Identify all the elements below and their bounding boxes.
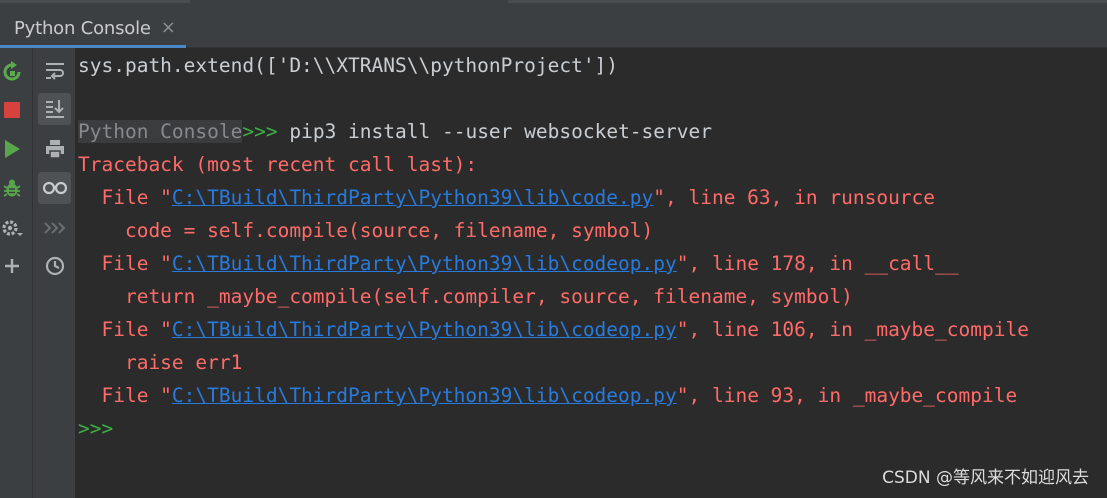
history-icon[interactable] — [38, 250, 71, 282]
watermark: CSDN @等风来不如迎风去 — [882, 468, 1089, 488]
traceback-code-line: return _maybe_compile(self.compiler, sou… — [78, 285, 853, 308]
file-path-link[interactable]: C:\TBuild\ThirdParty\Python39\lib\code.p… — [172, 186, 653, 209]
top-strip-segment — [0, 0, 190, 3]
show-variables-icon[interactable] — [38, 172, 71, 204]
traceback-suffix: ", line 106, in _maybe_compile — [676, 318, 1029, 341]
console-action-toolbar — [0, 48, 33, 498]
traceback-code-line: code = self.compile(source, filename, sy… — [78, 219, 654, 242]
tab-python-console[interactable]: Python Console × — [0, 8, 186, 48]
console-line: sys.path.extend(['D:\\XTRANS\\pythonProj… — [78, 54, 619, 77]
traceback-suffix: ", line 93, in _maybe_compile — [676, 384, 1018, 407]
traceback-prefix: File " — [78, 384, 172, 407]
prompt-marker: >>> — [242, 120, 278, 143]
traceback-prefix: File " — [78, 318, 172, 341]
tab-label: Python Console — [14, 17, 151, 39]
console-input-line: Python Console>>> pip3 install --user we… — [78, 117, 712, 147]
run-icon[interactable] — [0, 134, 24, 164]
traceback-file-line: File "C:\TBuild\ThirdParty\Python39\lib\… — [78, 315, 1029, 345]
console-input-prompt[interactable]: >>> — [78, 414, 113, 444]
file-path-link[interactable]: C:\TBuild\ThirdParty\Python39\lib\codeop… — [172, 252, 677, 275]
traceback-file-line: File "C:\TBuild\ThirdParty\Python39\lib\… — [78, 249, 959, 279]
close-icon[interactable]: × — [161, 19, 176, 37]
traceback-file-line: File "C:\TBuild\ThirdParty\Python39\lib\… — [78, 183, 935, 213]
traceback-file-line: File "C:\TBuild\ThirdParty\Python39\lib\… — [78, 381, 1017, 411]
scroll-to-end-icon[interactable] — [38, 93, 71, 125]
tool-window-tab-bar: Python Console × — [0, 8, 1107, 48]
stop-icon[interactable] — [0, 95, 24, 125]
soft-wrap-icon[interactable] — [38, 55, 71, 87]
traceback-header: Traceback (most recent call last): — [78, 153, 478, 176]
traceback-code-line: raise err1 — [78, 351, 243, 374]
traceback-suffix: ", line 63, in runsource — [653, 186, 936, 209]
file-path-link[interactable]: C:\TBuild\ThirdParty\Python39\lib\codeop… — [172, 384, 677, 407]
console-output[interactable]: sys.path.extend(['D:\\XTRANS\\pythonProj… — [76, 48, 1107, 498]
settings-icon[interactable] — [0, 213, 24, 243]
prompt-label: Python Console — [78, 120, 243, 143]
add-icon[interactable] — [0, 251, 24, 281]
print-icon[interactable] — [38, 133, 71, 165]
top-strip-segment — [508, 0, 1107, 3]
rerun-icon[interactable] — [0, 57, 24, 87]
file-path-link[interactable]: C:\TBuild\ThirdParty\Python39\lib\codeop… — [172, 318, 677, 341]
traceback-prefix: File " — [78, 252, 172, 275]
window-top-strip — [0, 0, 1107, 8]
command-text: pip3 install --user websocket-server — [277, 120, 712, 143]
debug-icon[interactable] — [0, 173, 24, 203]
console-view-toolbar — [33, 48, 76, 498]
traceback-prefix: File " — [78, 186, 172, 209]
traceback-suffix: ", line 178, in __call__ — [676, 252, 959, 275]
execute-icon[interactable] — [38, 212, 71, 244]
